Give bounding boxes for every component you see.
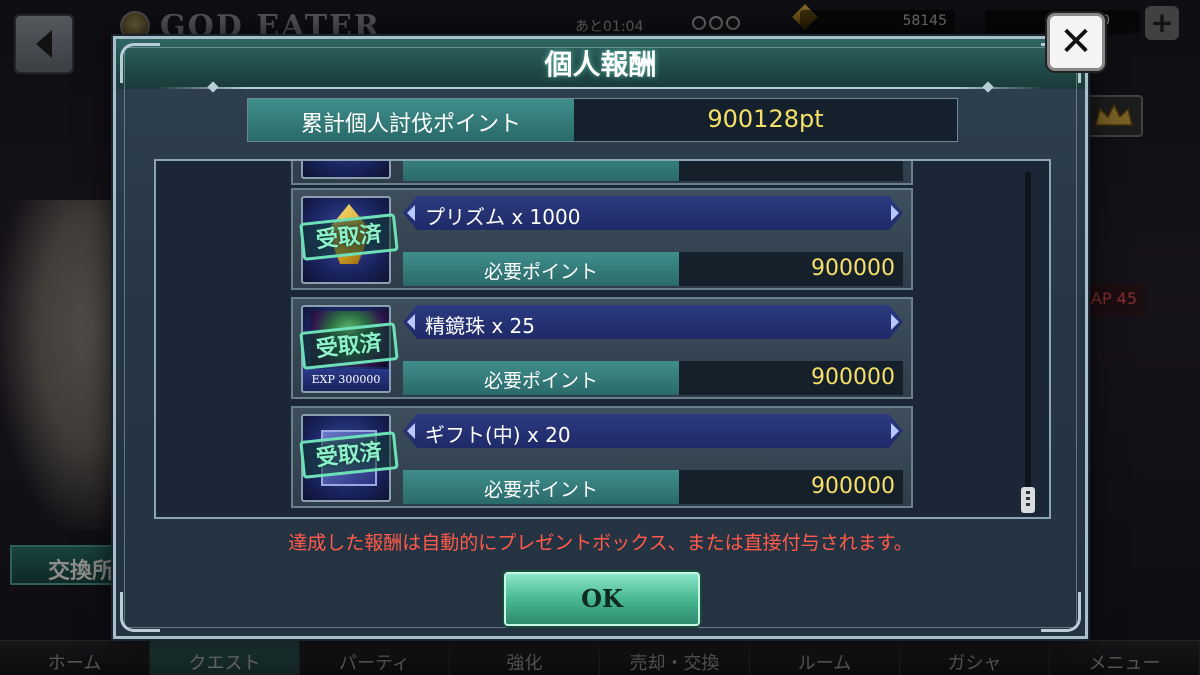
dialog-title: 個人報酬 bbox=[544, 48, 657, 81]
close-button[interactable]: ✕ bbox=[1047, 13, 1105, 71]
required-points-row: 必要ポイント 900000 bbox=[403, 470, 903, 504]
title-divider bbox=[156, 87, 1045, 89]
required-points-row: 必要ポイント 900000 bbox=[403, 361, 903, 395]
reward-icon bbox=[301, 161, 391, 179]
reward-name: ギフト(中) x 20 bbox=[403, 414, 903, 448]
exp-caption: EXP 300000 bbox=[303, 369, 389, 391]
reward-list[interactable]: 受取済 プリズム x 1000 必要ポイント 900000 EXP 300000… bbox=[154, 159, 1051, 519]
total-points-row: 累計個人討伐ポイント 900128pt bbox=[247, 98, 958, 142]
required-points-row: 必要ポイント 900000 bbox=[403, 252, 903, 286]
required-points-label: 必要ポイント bbox=[403, 252, 679, 286]
ok-button[interactable]: OK bbox=[504, 572, 700, 626]
scrollbar-thumb[interactable] bbox=[1021, 487, 1035, 513]
reward-name: 精鏡珠 x 25 bbox=[403, 305, 903, 339]
notice-text: 達成した報酬は自動的にプレゼントボックス、または直接付与されます。 bbox=[288, 532, 913, 554]
total-points-label: 累計個人討伐ポイント bbox=[248, 99, 574, 141]
personal-reward-dialog: 個人報酬 累計個人討伐ポイント 900128pt 受取済 プリズム x 1000… bbox=[113, 36, 1088, 639]
reward-item: 受取済 ギフト(中) x 20 必要ポイント 900000 bbox=[291, 406, 913, 508]
required-points-label: 必要ポイント bbox=[403, 470, 679, 504]
scrollbar-track[interactable] bbox=[1025, 171, 1031, 501]
required-points-value: 900000 bbox=[679, 361, 903, 395]
required-points-label: 必要ポイント bbox=[403, 361, 679, 395]
corner-ornament bbox=[1041, 592, 1081, 632]
total-points-value: 900128pt bbox=[574, 99, 957, 141]
reward-item-partial bbox=[291, 161, 913, 185]
corner-ornament bbox=[120, 592, 160, 632]
reward-item: EXP 300000 受取済 精鏡珠 x 25 必要ポイント 900000 bbox=[291, 297, 913, 399]
reward-name: プリズム x 1000 bbox=[403, 196, 903, 230]
required-points-value: 900000 bbox=[679, 470, 903, 504]
reward-item: 受取済 プリズム x 1000 必要ポイント 900000 bbox=[291, 188, 913, 290]
required-points-value: 900000 bbox=[679, 252, 903, 286]
